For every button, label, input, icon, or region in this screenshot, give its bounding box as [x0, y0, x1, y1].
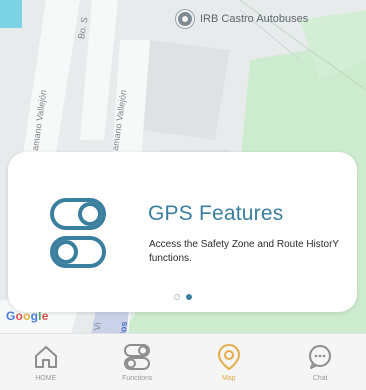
map-pin-icon: [214, 342, 244, 372]
tab-label: Chat: [312, 375, 328, 382]
tab-label: HOME: [35, 375, 57, 382]
tab-functions[interactable]: Functions: [92, 334, 184, 390]
tab-label: Map: [221, 375, 236, 382]
tab-chat[interactable]: Chat: [275, 334, 366, 390]
card-description: Access the Safety Zone and Route HistorY…: [149, 239, 339, 264]
page-dot-active[interactable]: [186, 294, 192, 300]
street-label: Vi: [92, 322, 103, 331]
card-title: GPS Features: [148, 202, 284, 225]
tab-label: Functions: [122, 375, 153, 382]
bottom-tab-bar: HOME Functions Map Chat: [0, 333, 366, 390]
page-indicator: [174, 294, 192, 300]
toggle-switches-icon: [50, 198, 106, 268]
tab-home[interactable]: HOME: [0, 334, 92, 390]
page-dot[interactable]: [174, 294, 180, 300]
tab-map[interactable]: Map: [183, 334, 275, 390]
home-icon: [31, 342, 61, 372]
corner-accent: [0, 0, 22, 28]
functions-icon: [122, 342, 152, 372]
chat-icon: [305, 342, 335, 372]
poi-marker[interactable]: IRB Castro Autobuses: [176, 10, 308, 28]
poi-label: IRB Castro Autobuses: [200, 13, 309, 25]
feature-card[interactable]: GPS Features Access the Safety Zone and …: [8, 152, 357, 312]
map-pin-icon: [176, 10, 194, 28]
